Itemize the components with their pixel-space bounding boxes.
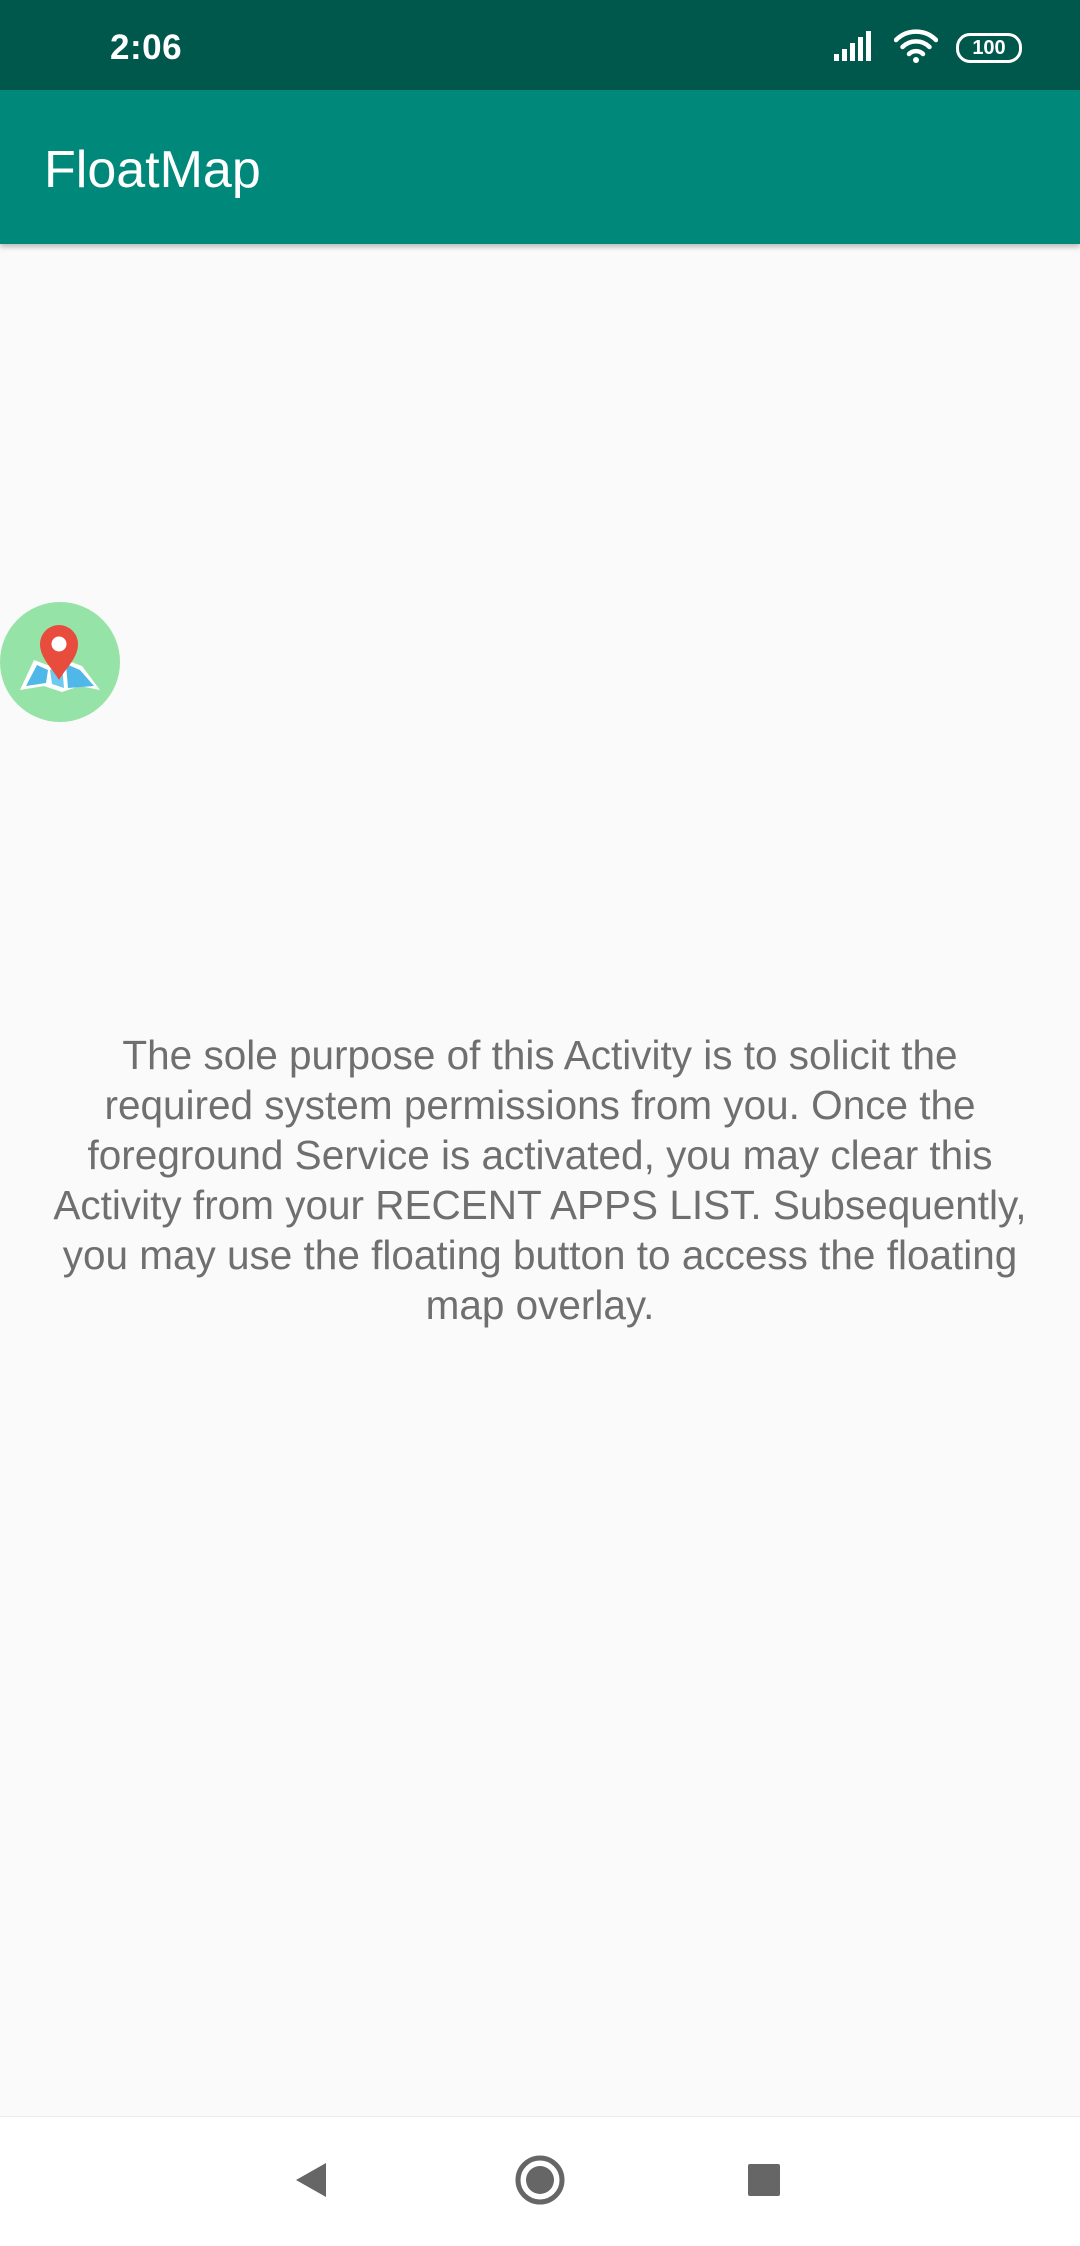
wifi-icon [893, 28, 939, 68]
recents-icon [746, 2162, 782, 2203]
map-pin-icon [0, 625, 120, 726]
home-button[interactable] [505, 2147, 575, 2217]
back-button[interactable] [277, 2147, 347, 2217]
app-bar: FloatMap [0, 90, 1080, 244]
home-icon [514, 2154, 566, 2211]
app-title: FloatMap [44, 141, 261, 199]
status-time: 2:06 [110, 28, 183, 67]
screen: 2:06 100 FloatMap The sole purpose of th… [0, 0, 1080, 2246]
battery-level: 100 [972, 37, 1006, 59]
navigation-bar [0, 2116, 1080, 2246]
status-bar: 2:06 100 [0, 0, 1080, 90]
status-icons: 100 [834, 27, 1022, 69]
signal-icon [834, 30, 876, 66]
floating-map-button[interactable] [0, 602, 120, 722]
recents-button[interactable] [729, 2147, 799, 2217]
back-icon [292, 2160, 332, 2205]
info-text: The sole purpose of this Activity is to … [53, 1032, 1027, 1328]
battery-icon: 100 [956, 33, 1022, 63]
